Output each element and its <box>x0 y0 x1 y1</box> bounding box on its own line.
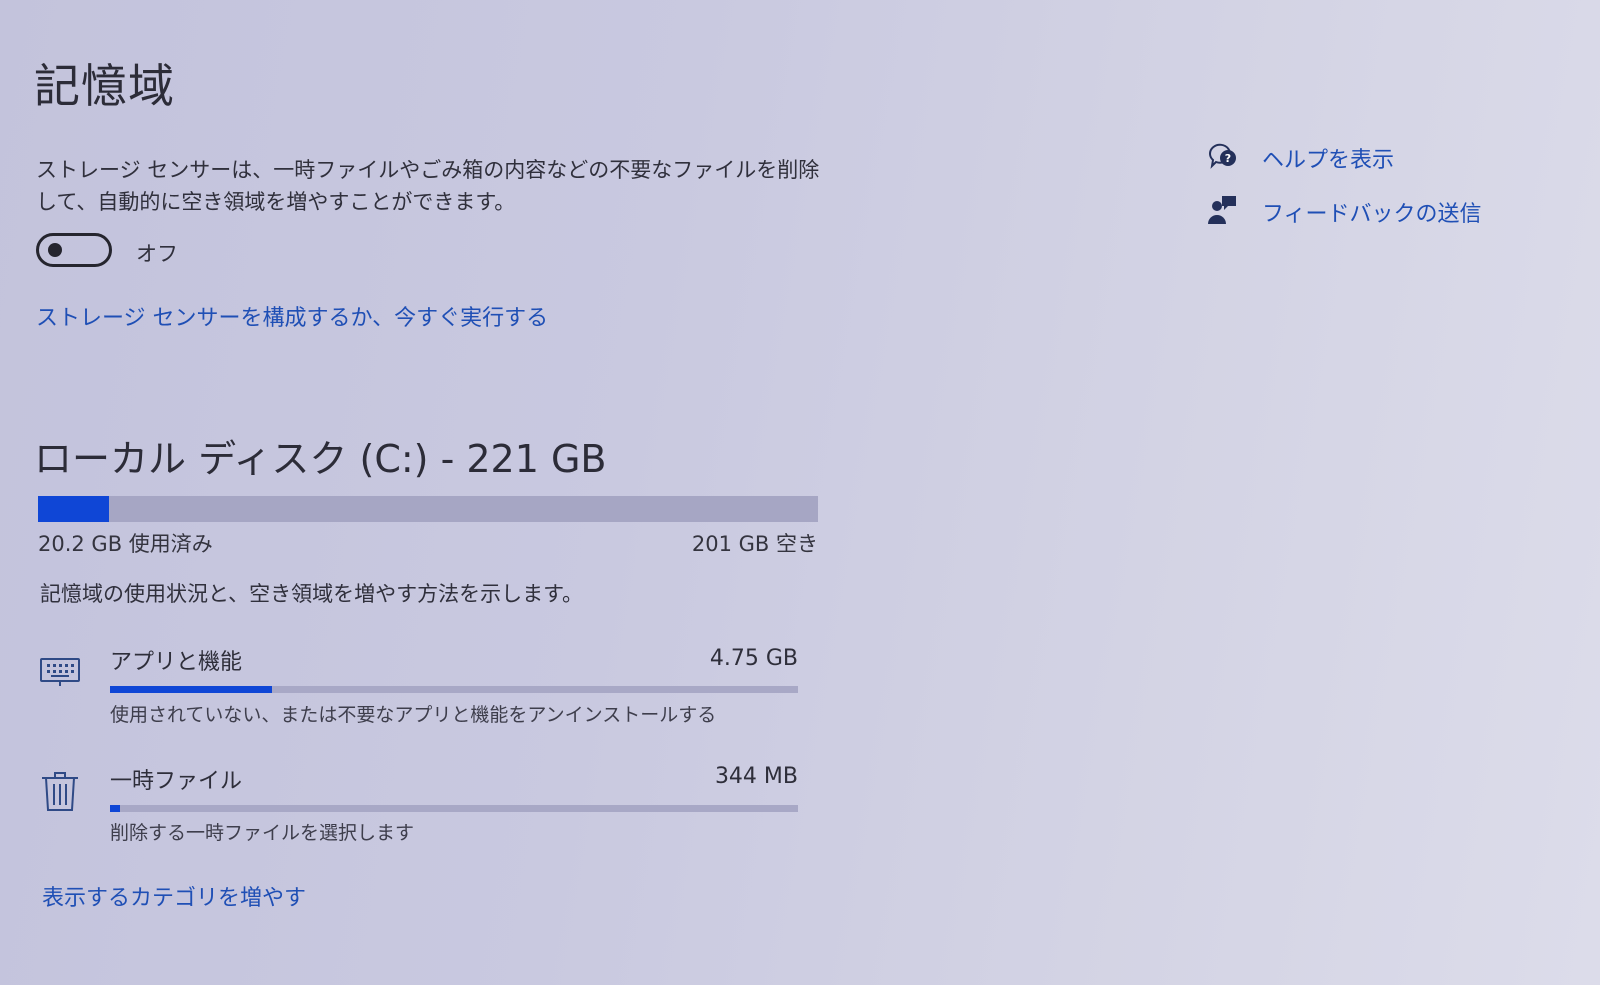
page-title: 記憶域 <box>34 59 175 113</box>
category-size: 344 MB <box>714 764 798 789</box>
show-more-categories-link[interactable]: 表示するカテゴリを増やす <box>42 880 306 912</box>
category-title: アプリと機能 <box>110 650 243 675</box>
disk-description: 記憶域の使用状況と、空き領域を増やす方法を示します。 <box>40 582 584 606</box>
disk-usage-fill <box>38 496 109 522</box>
help-chat-icon: ? <box>1206 140 1240 174</box>
category-title: 一時ファイル <box>110 769 243 794</box>
toggle-state-label: オフ <box>136 242 178 266</box>
svg-text:?: ? <box>1225 152 1231 165</box>
category-usage-fill <box>110 686 272 693</box>
category-usage-bar <box>110 805 798 812</box>
disk-used-label: 20.2 GB 使用済み <box>38 532 213 556</box>
storage-sense-description: ストレージ センサーは、一時ファイルやごみ箱の内容などの不要なファイルを削除して… <box>36 158 820 214</box>
help-link[interactable]: ヘルプを表示 <box>1262 142 1394 174</box>
storage-sense-toggle[interactable] <box>36 233 112 267</box>
keyboard-icon <box>38 650 84 696</box>
feedback-person-icon <box>1206 194 1240 228</box>
trash-icon <box>38 768 84 814</box>
configure-storage-sense-link[interactable]: ストレージ センサーを構成するか、今すぐ実行する <box>36 300 548 332</box>
disk-title: ローカル ディスク (C:) - 221 GB <box>34 437 607 481</box>
disk-usage-bar <box>38 496 818 522</box>
category-size: 4.75 GB <box>709 646 798 671</box>
category-subtitle: 削除する一時ファイルを選択します <box>110 822 415 844</box>
category-subtitle: 使用されていない、または不要なアプリと機能をアンインストールする <box>110 704 717 726</box>
category-usage-fill <box>110 805 120 812</box>
toggle-knob <box>48 243 62 257</box>
disk-free-label: 201 GB 空き <box>691 532 818 556</box>
category-usage-bar <box>110 686 798 693</box>
feedback-link[interactable]: フィードバックの送信 <box>1262 196 1482 228</box>
